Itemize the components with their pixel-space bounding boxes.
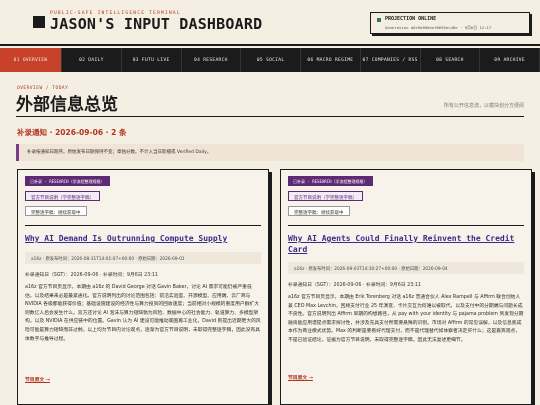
card-title-link[interactable]: Why AI Agents Could Finally Reinvent the…: [288, 233, 524, 255]
nav-tab-daily[interactable]: 02 DAILY: [62, 48, 122, 72]
card-body: a16z 官方节目页显示，本期由 a16z 的 David George 对话 …: [25, 285, 261, 342]
site-title: JASON'S INPUT DASHBOARD: [50, 15, 263, 33]
card-transcript-status: 完整逐字稿：继续获取中: [288, 206, 350, 216]
card-body: a16z 官方节目页显示，本期由 Erik Torenberg 对话 a16z …: [288, 295, 524, 343]
site-header: PUBLIC-SAFE INTELLIGENCE TERMINAL JASON'…: [0, 0, 540, 46]
projection-meta: Generation d0c9e000eef8695ec48e · 9月6日 1…: [385, 25, 492, 30]
card-meta: a16z · 原发布时间：2026-08-31T14:01:07+00:00 ·…: [25, 252, 261, 264]
nav-tab-futu-live[interactable]: 03 FUTU LIVE: [122, 48, 182, 72]
nav-tab-social[interactable]: 05 SOCIAL: [241, 48, 301, 72]
projection-status-box: PROJECTION ONLINE Generation d0c9e000eef…: [370, 12, 530, 34]
nav-tab-search[interactable]: 08 SEARCH: [421, 48, 481, 72]
nav-tab-companies-rss[interactable]: 07 COMPANIES / RSS: [361, 48, 421, 72]
status-dot-icon: [377, 18, 381, 22]
card-read-more-link[interactable]: 节目原文 →: [288, 374, 313, 381]
nav-tab-research[interactable]: 04 RESEARCH: [182, 48, 242, 72]
notice-banner: 补录按通知日期序。原始发布日期保持不变；章独分数。不计入当日影播或 Verifi…: [16, 144, 524, 161]
page-title: 外部信息总览: [16, 95, 118, 115]
title-divider: [16, 116, 524, 117]
card-divider: [288, 225, 524, 226]
card-read-more-link[interactable]: 节目原文 →: [25, 376, 50, 383]
card-timestamp: 补录通知日（SGT）：2026-09-06 · 补录时间：9月6日 23:11: [25, 273, 158, 278]
news-card: 已补录 · RESEARCH（学流程整理规格） 官方节目说明（学完整逐字稿） 完…: [17, 169, 269, 405]
projection-title: PROJECTION ONLINE: [385, 16, 437, 22]
nav-tab-overview[interactable]: 01 OVERVIEW: [0, 48, 62, 72]
news-card: 已补录 · RESEARCH（学流程整理规格） 官方节目说明（学完整逐字稿） 完…: [280, 169, 532, 405]
card-tag: 已补录 · RESEARCH（学流程整理规格）: [25, 176, 110, 186]
card-timestamp: 补录通知日（SGT）：2026-09-06 · 补录时间：9月6日 23:11: [288, 283, 421, 288]
page-subtitle: 所有公开信息流，以模块划分方便阅: [443, 103, 524, 109]
notice-text: 补录按通知日期序。原始发布日期保持不变；章独分数。不计入当日影播或 Verifi…: [27, 150, 212, 155]
card-source-link[interactable]: 官方节目说明（学完整逐字稿）: [288, 191, 363, 201]
section-title: 补录通知 · 2026-09-06 · 2 条: [17, 128, 127, 137]
card-divider: [25, 225, 261, 226]
card-source-link[interactable]: 官方节目说明（学完整逐字稿）: [25, 191, 100, 201]
nav-tab-macro-regime[interactable]: 06 MACRO REGIME: [301, 48, 361, 72]
nav-tab-archive[interactable]: 09 ARCHIVE: [480, 48, 540, 72]
card-title-link[interactable]: Why AI Demand Is Outrunning Compute Supp…: [25, 233, 261, 244]
main-nav: 01 OVERVIEW 02 DAILY 03 FUTU LIVE 04 RES…: [0, 48, 540, 72]
card-tag: 已补录 · RESEARCH（学流程整理规格）: [288, 176, 373, 186]
card-transcript-status: 完整逐字稿：继续获取中: [25, 206, 87, 216]
logo-square-icon: [33, 16, 45, 28]
card-meta: a16z · 原发布时间：2026-09-03T14:30:27+00:00 ·…: [288, 262, 524, 274]
